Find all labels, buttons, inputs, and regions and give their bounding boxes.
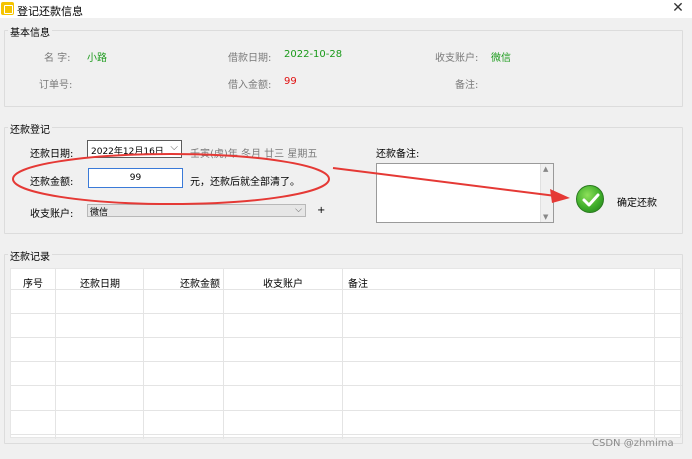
lunar-date-text: 壬寅(虎)年 冬月 廿三 星期五 — [190, 149, 318, 160]
col-divider — [654, 269, 655, 439]
basic-info-group: 基本信息 — [4, 24, 683, 107]
account-value: 微信 — [491, 53, 511, 64]
repay-amount-value: 99 — [129, 173, 142, 183]
dialog-window: 登记还款信息 ✕ 基本信息 名 字: 小路 借款日期: 2022-10-28 收… — [0, 0, 692, 459]
repay-remark-textarea[interactable]: ▲ ▼ — [376, 163, 554, 223]
note-label: 备注: — [455, 80, 479, 91]
repay-account-label: 收支账户: — [30, 209, 74, 220]
scroll-up-icon[interactable]: ▲ — [543, 165, 548, 173]
csdn-watermark: CSDN @zhmima — [592, 438, 674, 449]
remark-scrollbar[interactable]: ▲ ▼ — [540, 164, 553, 222]
col-header-index[interactable]: 序号 — [23, 275, 43, 290]
col-divider — [55, 269, 56, 439]
chevron-down-icon[interactable]: ⌵ — [295, 205, 302, 215]
repay-remark-label: 还款备注: — [376, 149, 420, 160]
title-bar: 登记还款信息 ✕ — [0, 0, 692, 18]
repay-register-legend: 还款登记 — [8, 121, 52, 136]
row-divider — [11, 361, 682, 362]
chevron-down-icon[interactable]: ⌵ — [170, 142, 178, 153]
amount-value: 99 — [284, 76, 297, 87]
repay-account-value: 微信 — [90, 208, 109, 217]
col-header-account[interactable]: 收支账户 — [263, 275, 303, 290]
confirm-repay-button[interactable] — [576, 185, 604, 213]
col-divider — [143, 269, 144, 439]
repay-date-value: 2022年12月16日 — [91, 147, 164, 157]
row-divider — [11, 434, 682, 435]
close-icon[interactable]: ✕ — [670, 0, 686, 16]
row-divider — [11, 313, 682, 314]
window-title: 登记还款信息 — [17, 5, 83, 18]
scroll-down-icon[interactable]: ▼ — [543, 213, 548, 221]
name-value: 小路 — [87, 53, 107, 64]
col-header-date[interactable]: 还款日期 — [80, 275, 120, 290]
repay-date-picker[interactable]: 2022年12月16日 ⌵ — [87, 140, 182, 158]
repay-amount-hint: 元，还款后就全部清了。 — [190, 177, 300, 188]
borrow-date-value: 2022-10-28 — [284, 49, 343, 60]
repay-date-label: 还款日期: — [30, 149, 74, 160]
add-account-button[interactable]: + — [317, 205, 325, 216]
header-divider — [11, 289, 682, 290]
repay-amount-input[interactable]: 99 — [88, 168, 183, 188]
col-header-note[interactable]: 备注 — [348, 275, 368, 290]
row-divider — [11, 385, 682, 386]
account-label: 收支账户: — [435, 53, 479, 64]
checkmark-icon — [582, 193, 600, 207]
row-divider — [11, 410, 682, 411]
records-table[interactable]: 序号 还款日期 还款金额 收支账户 备注 — [10, 268, 682, 439]
confirm-repay-label[interactable]: 确定还款 — [617, 194, 657, 209]
amount-label: 借入金额: — [228, 80, 272, 91]
basic-info-legend: 基本信息 — [8, 24, 52, 39]
records-legend: 还款记录 — [8, 248, 52, 263]
borrow-date-label: 借款日期: — [228, 53, 272, 64]
order-label: 订单号: — [39, 80, 73, 91]
name-label: 名 字: — [44, 53, 71, 64]
col-header-amount[interactable]: 还款金额 — [180, 275, 220, 290]
repay-account-select[interactable]: 微信 ⌵ — [87, 204, 306, 217]
repay-amount-label: 还款金额: — [30, 177, 74, 188]
app-icon — [1, 2, 14, 15]
row-divider — [11, 337, 682, 338]
col-divider — [223, 269, 224, 439]
col-divider — [342, 269, 343, 439]
